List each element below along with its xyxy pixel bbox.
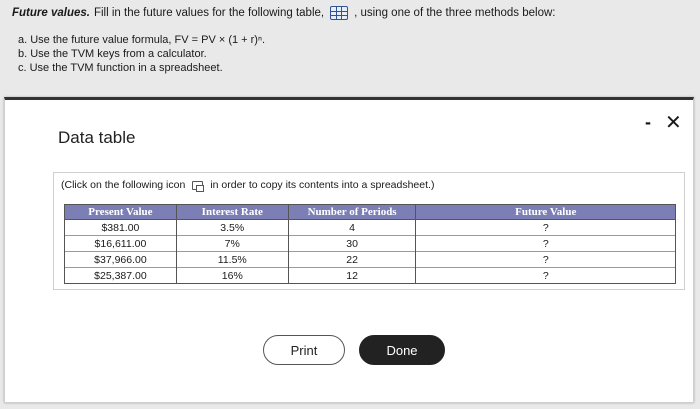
- header-present-value: Present Value: [64, 204, 177, 220]
- copy-icon[interactable]: [192, 180, 205, 192]
- table-row: $25,387.00 16% 12 ?: [64, 267, 676, 284]
- header-number-of-periods: Number of Periods: [287, 204, 417, 220]
- data-table-icon[interactable]: [330, 6, 349, 20]
- cell-future-value: ?: [415, 267, 676, 284]
- copy-note: (Click on the following icon in order to…: [61, 179, 435, 192]
- table-row: $16,611.00 7% 30 ?: [64, 235, 676, 252]
- cell-number-of-periods: 4: [287, 219, 417, 236]
- cell-future-value: ?: [415, 251, 676, 268]
- cell-number-of-periods: 22: [287, 251, 417, 268]
- header-interest-rate: Interest Rate: [175, 204, 289, 220]
- minimize-icon[interactable]: -: [641, 112, 655, 133]
- data-panel: (Click on the following icon in order to…: [53, 172, 685, 290]
- cell-present-value: $25,387.00: [64, 267, 177, 284]
- cell-number-of-periods: 30: [287, 235, 417, 252]
- cell-interest-rate: 11.5%: [175, 251, 289, 268]
- cell-number-of-periods: 12: [287, 267, 417, 284]
- table-row: $381.00 3.5% 4 ?: [64, 219, 676, 236]
- cell-interest-rate: 3.5%: [175, 219, 289, 236]
- cell-present-value: $16,611.00: [64, 235, 177, 252]
- cell-present-value: $37,966.00: [64, 251, 177, 268]
- question-block: Future values. Fill in the future values…: [12, 6, 688, 75]
- cell-interest-rate: 7%: [175, 235, 289, 252]
- method-a: a. Use the future value formula, FV = PV…: [18, 34, 266, 46]
- copy-note-before: (Click on the following icon: [61, 179, 186, 191]
- methods-list: a. Use the future value formula, FV = PV…: [12, 33, 688, 75]
- cell-future-value: ?: [415, 235, 676, 252]
- cell-future-value: ?: [415, 219, 676, 236]
- question-line: Future values. Fill in the future values…: [12, 6, 688, 20]
- question-title: Future values.: [12, 7, 90, 19]
- copy-note-after: in order to copy its contents into a spr…: [210, 179, 435, 191]
- cell-interest-rate: 16%: [175, 267, 289, 284]
- table-row: $37,966.00 11.5% 22 ?: [64, 251, 676, 268]
- cell-present-value: $381.00: [64, 219, 177, 236]
- method-b: b. Use the TVM keys from a calculator.: [18, 48, 207, 60]
- data-table: Present Value Interest Rate Number of Pe…: [64, 204, 676, 284]
- table-header-row: Present Value Interest Rate Number of Pe…: [64, 204, 676, 220]
- print-button[interactable]: Print: [263, 335, 345, 365]
- close-icon[interactable]: ✕: [665, 110, 682, 135]
- modal-title: Data table: [58, 128, 136, 147]
- question-instruction-tail: , using one of the three methods below:: [354, 7, 556, 19]
- done-button[interactable]: Done: [359, 335, 445, 365]
- data-table-modal: Data table - ✕ (Click on the following i…: [4, 97, 694, 403]
- question-instruction: Fill in the future values for the follow…: [93, 7, 325, 19]
- method-c: c. Use the TVM function in a spreadsheet…: [18, 62, 223, 74]
- header-future-value: Future Value: [415, 204, 676, 220]
